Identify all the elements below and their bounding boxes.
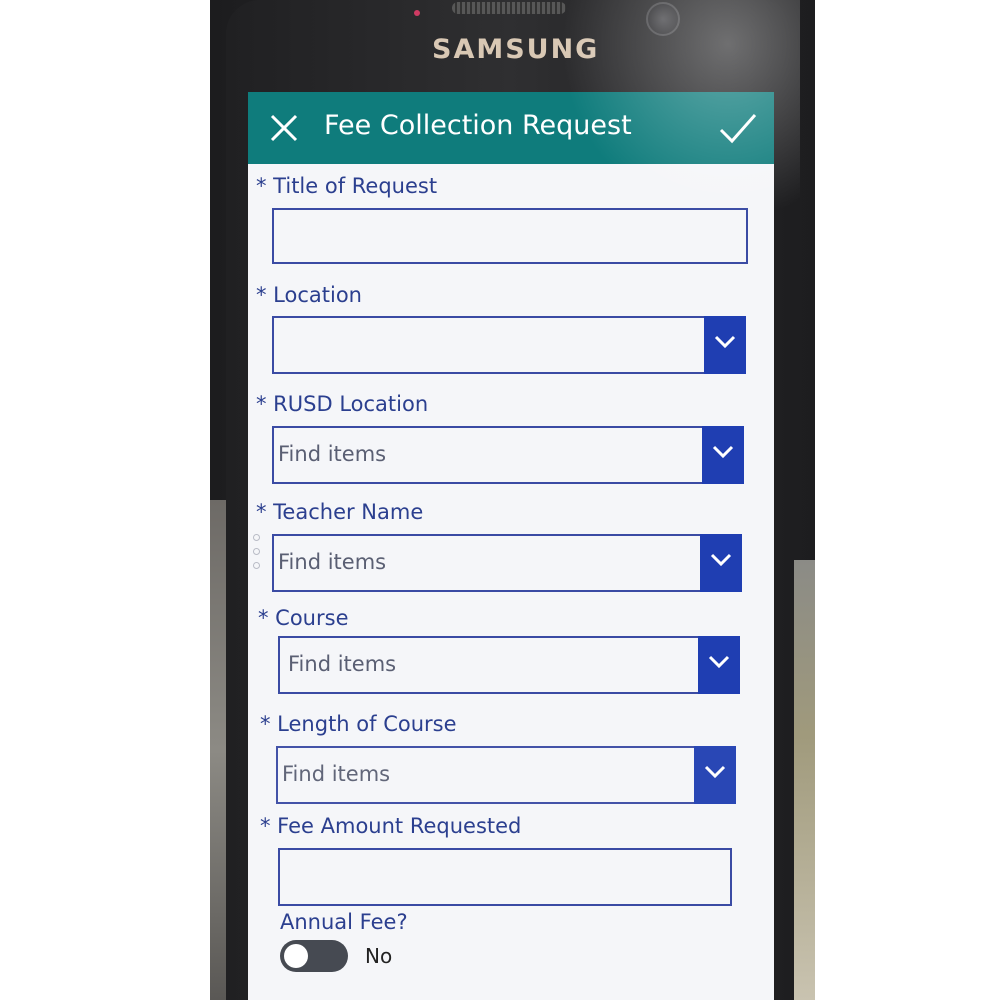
rusd-location-combobox[interactable]: Find items [272,426,744,484]
course-dropdown-button[interactable] [698,636,740,694]
chevron-down-icon [708,655,730,669]
course-label: * Course [258,606,349,630]
fee-amount-input[interactable] [278,848,732,906]
annual-fee-toggle-value: No [365,944,393,968]
page-title: Fee Collection Request [324,110,632,141]
annual-fee-label: Annual Fee? [280,910,408,934]
phone-screen: Fee Collection Request * Title of Reques… [248,92,774,1000]
fee-amount-label: * Fee Amount Requested [260,814,522,838]
rusd-location-search-placeholder[interactable]: Find items [278,442,386,466]
title-of-request-input[interactable] [272,208,748,264]
teacher-name-combobox[interactable]: Find items [272,534,742,592]
chevron-down-icon [712,445,734,459]
close-icon[interactable] [268,112,300,144]
drag-handle-icon [253,534,260,578]
title-of-request-label: * Title of Request [256,174,438,198]
teacher-name-dropdown-button[interactable] [700,534,742,592]
chevron-down-icon [714,335,736,349]
location-dropdown-button[interactable] [704,316,746,374]
course-search-placeholder[interactable]: Find items [288,652,396,676]
length-of-course-search-placeholder[interactable]: Find items [282,762,390,786]
front-sensor-dot [414,10,420,16]
earpiece-speaker [452,2,566,14]
app-bar: Fee Collection Request [248,92,774,164]
rusd-location-label: * RUSD Location [256,392,429,416]
length-of-course-label: * Length of Course [260,712,457,736]
location-label: * Location [256,283,362,307]
checkmark-icon[interactable] [718,110,758,146]
teacher-name-search-placeholder[interactable]: Find items [278,550,386,574]
length-of-course-combobox[interactable]: Find items [276,746,736,804]
chevron-down-icon [704,765,726,779]
length-of-course-dropdown-button[interactable] [694,746,736,804]
chevron-down-icon [710,553,732,567]
location-dropdown[interactable] [272,316,746,374]
annual-fee-toggle[interactable] [280,940,348,972]
front-camera [646,2,680,36]
device-brand-logo: SAMSUNG [432,34,600,65]
course-combobox[interactable]: Find items [278,636,740,694]
rusd-location-dropdown-button[interactable] [702,426,744,484]
teacher-name-label: * Teacher Name [256,500,424,524]
toggle-knob [284,944,308,968]
